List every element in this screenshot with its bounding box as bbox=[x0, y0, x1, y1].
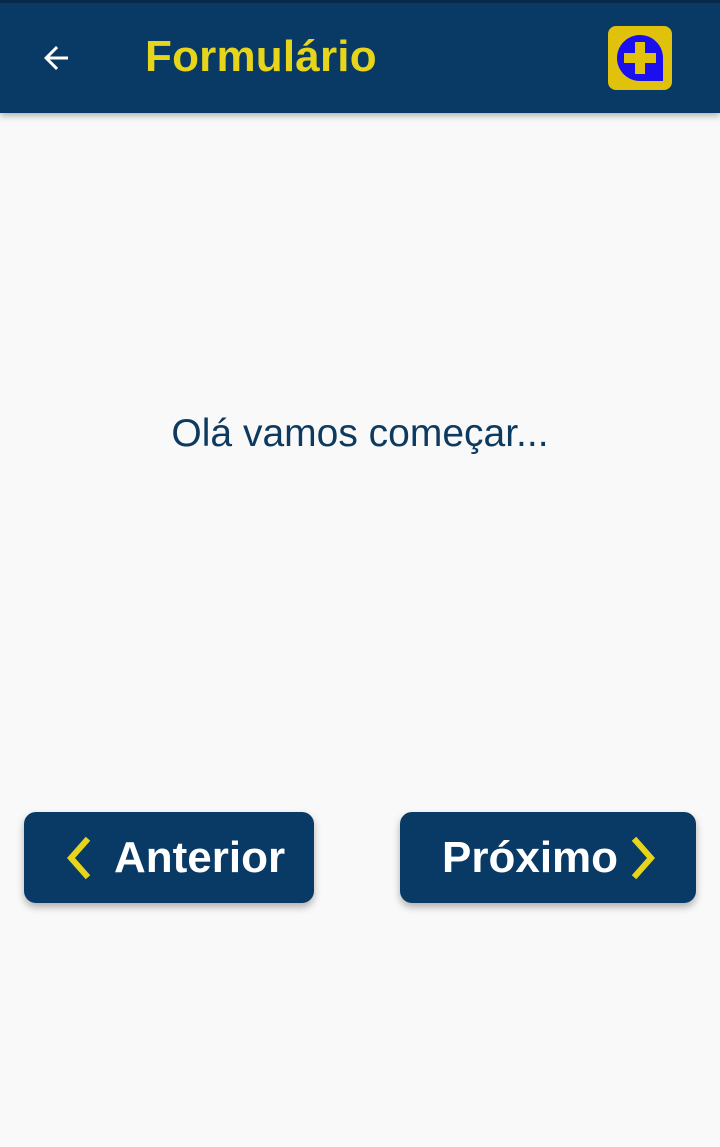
plus-circle-icon bbox=[617, 35, 663, 81]
next-button-label: Próximo bbox=[442, 832, 619, 882]
back-button[interactable] bbox=[22, 26, 90, 90]
add-button[interactable] bbox=[608, 26, 672, 90]
app-bar: Formulário bbox=[0, 0, 720, 113]
form-content: Olá vamos começar... Anterior Próximo bbox=[0, 113, 720, 1147]
previous-button[interactable]: Anterior bbox=[24, 812, 314, 903]
next-button[interactable]: Próximo bbox=[400, 812, 696, 903]
chevron-right-icon bbox=[630, 836, 658, 880]
app-bar-top-line bbox=[0, 0, 720, 3]
greeting-text: Olá vamos começar... bbox=[171, 412, 549, 455]
chevron-left-icon bbox=[64, 836, 92, 880]
arrow-left-icon bbox=[44, 46, 68, 70]
page-title: Formulário bbox=[145, 32, 377, 81]
previous-button-label: Anterior bbox=[114, 832, 286, 882]
